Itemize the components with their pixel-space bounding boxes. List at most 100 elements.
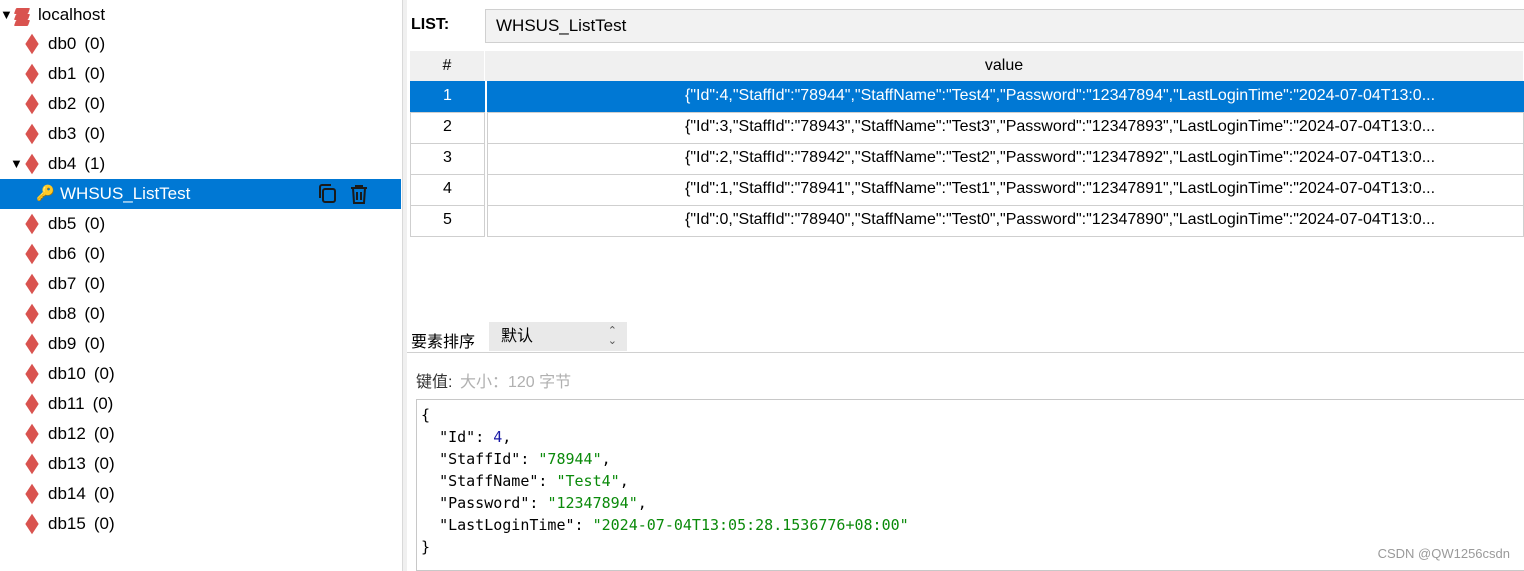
redis-stack-icon bbox=[12, 5, 34, 26]
table-row[interactable]: 3 {"Id":2,"StaffId":"78942","StaffName":"… bbox=[410, 143, 1524, 175]
db-name: db6 bbox=[48, 244, 77, 263]
db-key-count: (0) bbox=[84, 304, 106, 323]
row-value: {"Id":1,"StaffId":"78941","StaffName":"T… bbox=[487, 174, 1524, 206]
tree-node-db11[interactable]: db11 (0) bbox=[22, 389, 113, 419]
db-key-count: (0) bbox=[93, 454, 115, 473]
expand-arrow-icon[interactable]: ▼ bbox=[10, 150, 23, 178]
watermark: CSDN @QW1256csdn bbox=[1377, 546, 1510, 561]
tree-node-db13[interactable]: db13 (0) bbox=[22, 449, 115, 479]
row-value: {"Id":0,"StaffId":"78940","StaffName":"T… bbox=[487, 205, 1524, 237]
redis-db-icon bbox=[22, 517, 44, 531]
db-name: db11 bbox=[48, 394, 85, 413]
tree-node-db1[interactable]: db1 (0) bbox=[22, 59, 105, 89]
tree-node-db9[interactable]: db9 (0) bbox=[22, 329, 105, 359]
row-value: {"Id":2,"StaffId":"78942","StaffName":"T… bbox=[487, 143, 1524, 175]
row-index: 1 bbox=[410, 81, 485, 113]
json-line: "StaffName": "Test4", bbox=[439, 472, 629, 490]
json-key: "Password" bbox=[439, 494, 530, 512]
tree-node-db3[interactable]: db3 (0) bbox=[22, 119, 105, 149]
key-label: WHSUS_ListTest bbox=[60, 184, 191, 203]
trash-icon[interactable] bbox=[347, 182, 371, 206]
json-close-brace: } bbox=[421, 538, 431, 556]
redis-db-icon bbox=[22, 307, 44, 321]
table-body: 1 {"Id":4,"StaffId":"78944","StaffName":"… bbox=[410, 81, 1524, 237]
db-name: db0 bbox=[48, 34, 77, 53]
expand-arrow-icon[interactable]: ▼ bbox=[0, 1, 13, 29]
redis-db-icon bbox=[22, 247, 44, 261]
db-key-count: (0) bbox=[93, 424, 115, 443]
value-label: 键值: bbox=[416, 374, 453, 391]
row-index: 4 bbox=[410, 174, 485, 206]
column-header-index[interactable]: # bbox=[410, 51, 485, 82]
db-name: db15 bbox=[48, 514, 86, 533]
db-name: db10 bbox=[48, 364, 86, 383]
db-key-count: (0) bbox=[84, 124, 106, 143]
db-name: db13 bbox=[48, 454, 86, 473]
row-value: {"Id":4,"StaffId":"78944","StaffName":"T… bbox=[487, 81, 1524, 113]
sort-select[interactable]: 默认 ⌃ ⌄ bbox=[489, 322, 627, 351]
db-name: db2 bbox=[48, 94, 77, 113]
json-editor[interactable]: { "Id": 4, "StaffId": "78944", "StaffNam… bbox=[416, 399, 1524, 571]
tree-node-localhost[interactable]: ▼ localhost bbox=[0, 0, 105, 30]
redis-db-icon bbox=[22, 127, 44, 141]
redis-db-icon bbox=[22, 427, 44, 441]
tree-node-db6[interactable]: db6 (0) bbox=[22, 239, 105, 269]
redis-db-icon bbox=[22, 157, 44, 171]
redis-db-icon bbox=[22, 367, 44, 381]
db-key-count: (0) bbox=[84, 214, 106, 233]
tree-node-db12[interactable]: db12 (0) bbox=[22, 419, 115, 449]
db-key-count: (0) bbox=[93, 514, 115, 533]
db-name: db7 bbox=[48, 274, 77, 293]
db-key-count: (0) bbox=[92, 394, 114, 413]
json-value: "12347894" bbox=[547, 494, 638, 512]
db-key-count: (0) bbox=[84, 34, 106, 53]
tree-node-db2[interactable]: db2 (0) bbox=[22, 89, 105, 119]
redis-db-icon bbox=[22, 487, 44, 501]
table-row[interactable]: 5 {"Id":0,"StaffId":"78940","StaffName":"… bbox=[410, 205, 1524, 237]
tree-node-key-selected[interactable]: 🔑 WHSUS_ListTest bbox=[0, 179, 401, 209]
db-name: db4 bbox=[48, 154, 77, 173]
tree-node-db15[interactable]: db15 (0) bbox=[22, 509, 115, 539]
json-line: "Id": 4, bbox=[439, 428, 512, 446]
tree-node-db14[interactable]: db14 (0) bbox=[22, 479, 115, 509]
redis-db-icon bbox=[22, 67, 44, 81]
json-comma: , bbox=[502, 428, 512, 446]
divider bbox=[407, 352, 1524, 353]
column-header-value[interactable]: value bbox=[485, 51, 1524, 82]
tree-node-db0[interactable]: db0 (0) bbox=[22, 29, 105, 59]
tree-node-db7[interactable]: db7 (0) bbox=[22, 269, 105, 299]
redis-db-icon bbox=[22, 397, 44, 411]
db-name: db1 bbox=[48, 64, 77, 83]
db-key-count: (0) bbox=[93, 364, 115, 383]
tree-node-db4[interactable]: ▼ db4 (1) bbox=[10, 149, 105, 179]
json-line: "LastLoginTime": "2024-07-04T13:05:28.15… bbox=[439, 516, 909, 534]
copy-icon[interactable] bbox=[316, 182, 340, 206]
table-row[interactable]: 1 {"Id":4,"StaffId":"78944","StaffName":"… bbox=[410, 81, 1524, 113]
tree-node-db5[interactable]: db5 (0) bbox=[22, 209, 105, 239]
tree-node-db10[interactable]: db10 (0) bbox=[22, 359, 115, 389]
db-key-count: (0) bbox=[84, 244, 106, 263]
json-value: "Test4" bbox=[556, 472, 620, 490]
json-key: "StaffName" bbox=[439, 472, 539, 490]
table-row[interactable]: 2 {"Id":3,"StaffId":"78943","StaffName":"… bbox=[410, 112, 1524, 144]
db-key-count: (1) bbox=[84, 154, 106, 173]
json-line: "Password": "12347894", bbox=[439, 494, 647, 512]
redis-db-icon bbox=[22, 277, 44, 291]
table-row[interactable]: 4 {"Id":1,"StaffId":"78941","StaffName":"… bbox=[410, 174, 1524, 206]
json-key: "LastLoginTime" bbox=[439, 516, 575, 534]
list-name-field[interactable]: WHSUS_ListTest bbox=[485, 9, 1524, 43]
db-name: db14 bbox=[48, 484, 86, 503]
db-name: db3 bbox=[48, 124, 77, 143]
redis-db-icon bbox=[22, 217, 44, 231]
json-key: "Id" bbox=[439, 428, 476, 446]
json-open-brace: { bbox=[421, 406, 431, 424]
json-fields: "Id": 4, "StaffId": "78944", "StaffName"… bbox=[421, 426, 1524, 536]
row-value: {"Id":3,"StaffId":"78943","StaffName":"T… bbox=[487, 112, 1524, 144]
db-key-count: (0) bbox=[84, 334, 106, 353]
json-value: "78944" bbox=[538, 450, 602, 468]
row-index: 3 bbox=[410, 143, 485, 175]
sort-label: 要素排序 bbox=[411, 334, 476, 351]
value-size: 大小：120 字节 bbox=[460, 374, 572, 391]
tree-node-db8[interactable]: db8 (0) bbox=[22, 299, 105, 329]
db-key-count: (0) bbox=[84, 274, 106, 293]
